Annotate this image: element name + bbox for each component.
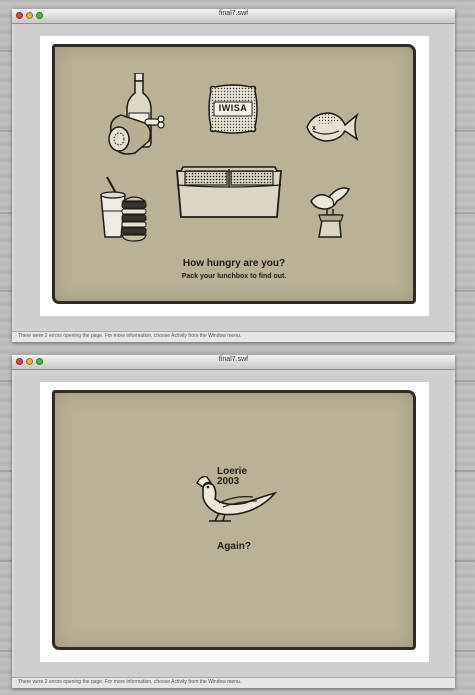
game-panel: Loerie 2003 Again?: [52, 390, 416, 650]
award-year: 2003: [217, 476, 240, 487]
status-message: There were 2 errors opening the page. Fo…: [18, 679, 242, 685]
status-message: There were 2 errors opening the page. Fo…: [18, 333, 242, 339]
lunchbox-icon[interactable]: [173, 163, 285, 221]
soda-and-burger-icon[interactable]: [95, 175, 151, 243]
window-title: final7.swf: [218, 10, 249, 17]
status-bar: There were 2 errors opening the page. Fo…: [12, 331, 455, 342]
browser-window-2: final7.swf Loerie 2003 Again? There were…: [12, 355, 455, 688]
again-link[interactable]: Again?: [55, 541, 413, 552]
flash-stage[interactable]: Loerie 2003 Again?: [40, 382, 429, 662]
fish-icon[interactable]: x: [303, 107, 359, 147]
page-content: Loerie 2003 Again?: [14, 370, 453, 677]
title-bar[interactable]: final7.swf: [12, 355, 455, 370]
status-bar: There were 2 errors opening the page. Fo…: [12, 677, 455, 688]
flash-stage[interactable]: IWISA x How hungry are you? Pack your lu…: [40, 36, 429, 316]
main-question: How hungry are you?: [182, 258, 286, 269]
title-bar[interactable]: final7.swf: [12, 9, 455, 24]
page-content: IWISA x How hungry are you? Pack your lu…: [14, 24, 453, 331]
bottle-and-ham-icon[interactable]: [105, 72, 169, 161]
browser-window-1: final7.swf IWISA x How hungry are you? P…: [12, 9, 455, 342]
maize-meal-sack-icon[interactable]: IWISA: [205, 81, 261, 137]
bird-on-pedestal-icon[interactable]: [305, 179, 357, 239]
window-title: final7.swf: [218, 356, 249, 363]
svg-text:x: x: [312, 125, 316, 132]
instruction-text: Pack your lunchbox to find out.: [181, 273, 287, 280]
sack-label: IWISA: [218, 103, 248, 113]
game-panel: IWISA x How hungry are you? Pack your lu…: [52, 44, 416, 304]
